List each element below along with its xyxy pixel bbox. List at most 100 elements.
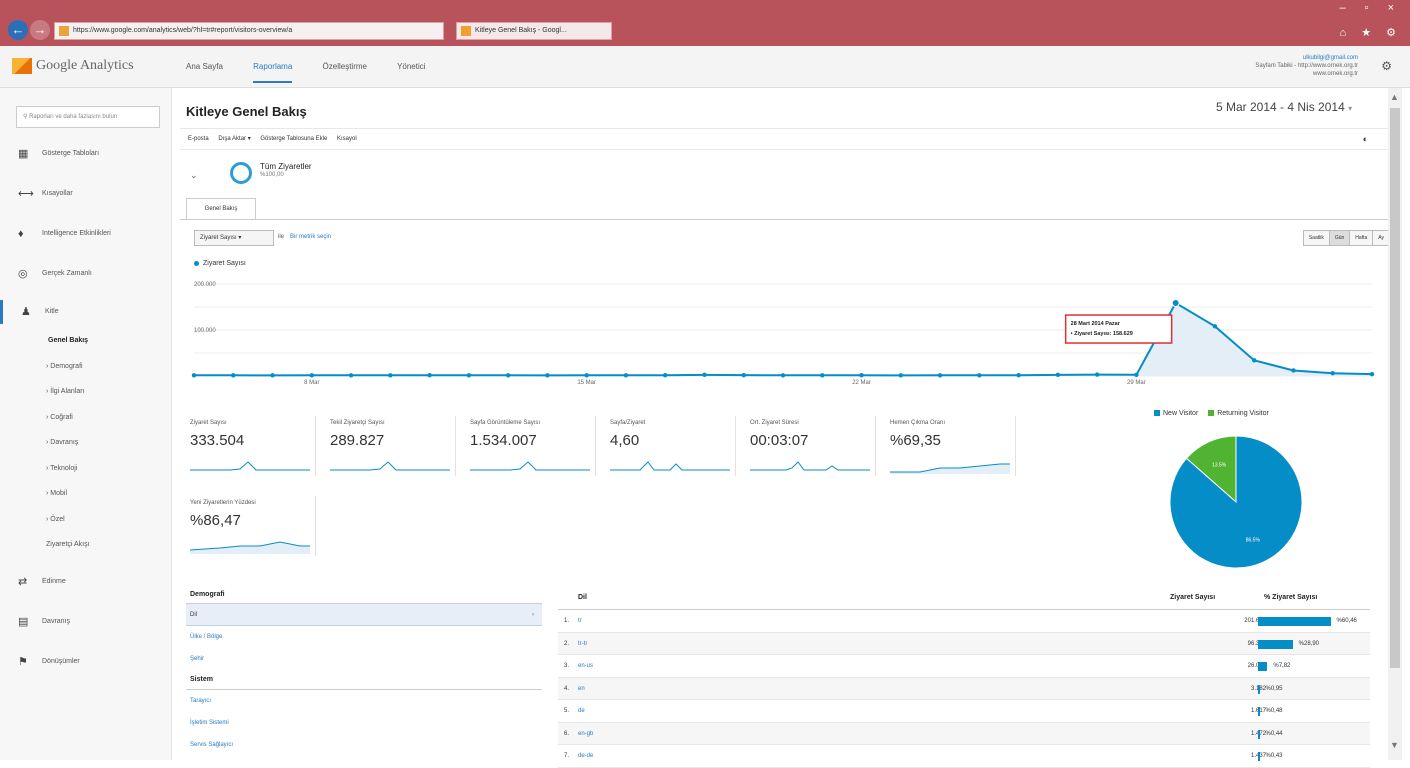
table-row[interactable]: 5. de 1.617%0,48 bbox=[558, 700, 1370, 723]
window-controls[interactable]: – ▫ × bbox=[1339, 2, 1402, 14]
sidebar-item-realtime[interactable]: ◎ Gerçek Zamanlı bbox=[0, 262, 172, 286]
segment-selector[interactable]: ⌄ Tüm Ziyaretler %100,00 bbox=[190, 160, 590, 190]
sidebar-subitem[interactable]: › Davranış bbox=[46, 439, 78, 446]
date-range-picker[interactable]: 5 Mar 2014 - 4 Nis 2014 ▾ bbox=[1216, 100, 1352, 114]
tab-overview[interactable]: Genel Bakış bbox=[186, 198, 256, 220]
table-row[interactable]: 4. en 3.182%0,95 bbox=[558, 677, 1370, 700]
back-button[interactable]: ← bbox=[8, 20, 28, 40]
data-point[interactable] bbox=[1094, 372, 1100, 377]
data-point[interactable] bbox=[898, 373, 903, 378]
metric-select[interactable]: Ziyaret Sayısı ▾ bbox=[194, 230, 274, 246]
nav-admin[interactable]: Yönetici bbox=[397, 62, 425, 71]
dim-country[interactable]: Ülke / Bölge bbox=[186, 626, 542, 648]
dim-city[interactable]: Şehir bbox=[186, 648, 542, 670]
sidebar-item-dashboard[interactable]: ▦ Gösterge Tabloları bbox=[0, 142, 172, 166]
data-point[interactable] bbox=[388, 373, 393, 378]
sidebar-subitem[interactable]: › Özel bbox=[46, 516, 65, 523]
data-point[interactable] bbox=[191, 373, 197, 378]
sidebar-subitem[interactable]: Ziyaretçi Akışı bbox=[46, 541, 90, 548]
email-button[interactable]: E-posta bbox=[188, 136, 209, 142]
data-point[interactable] bbox=[820, 373, 825, 378]
data-point[interactable] bbox=[270, 373, 275, 378]
scroll-up-icon[interactable]: ▲ bbox=[1390, 92, 1399, 102]
row-language-link[interactable]: de-de bbox=[578, 745, 593, 767]
sidebar-subitem[interactable]: Genel Bakış bbox=[48, 337, 88, 344]
dim-isp[interactable]: Servis Sağlayıcı bbox=[186, 734, 542, 756]
sidebar-subitem[interactable]: › Demografi bbox=[46, 363, 83, 370]
sidebar-item-shortcuts[interactable]: ⟷ Kısayollar bbox=[0, 182, 172, 206]
metric-card[interactable]: Ziyaret Sayısı 333.504 bbox=[180, 416, 316, 476]
sidebar-subitem[interactable]: › Mobil bbox=[46, 490, 67, 497]
sidebar-item-acquisition[interactable]: ⇄ Edinme bbox=[0, 570, 172, 594]
browser-toolbar-icons[interactable]: ⌂ ★ ⚙ bbox=[1340, 26, 1402, 39]
granularity-2[interactable]: Hafta bbox=[1349, 230, 1374, 246]
metric-card[interactable]: Yeni Ziyaretlerin Yüzdesi %86,47 bbox=[180, 496, 316, 556]
sidebar-subitem[interactable]: › Coğrafi bbox=[46, 414, 73, 421]
sidebar-item-behavior[interactable]: ▤ Davranış bbox=[0, 610, 172, 634]
scrollbar-thumb[interactable] bbox=[1390, 108, 1400, 668]
data-point[interactable] bbox=[702, 372, 707, 378]
row-language-link[interactable]: en bbox=[578, 678, 585, 700]
shortcut-button[interactable]: Kısayol bbox=[337, 136, 357, 142]
table-row[interactable]: 7. de-de 1.437%0,43 bbox=[558, 745, 1370, 768]
data-point[interactable] bbox=[545, 373, 550, 378]
visitor-pie-chart[interactable]: 13.5% 86.5% bbox=[1166, 432, 1306, 572]
data-point[interactable] bbox=[1016, 373, 1021, 378]
dim-os[interactable]: İşletim Sistemi bbox=[186, 712, 542, 734]
data-point[interactable] bbox=[309, 373, 314, 378]
data-point[interactable] bbox=[584, 373, 589, 378]
ga-logo[interactable]: Google Analytics bbox=[12, 58, 134, 74]
nav-customization[interactable]: Özelleştirme bbox=[323, 62, 367, 71]
sidebar-item-audience[interactable]: ♟ Kitle bbox=[0, 300, 172, 324]
data-point[interactable] bbox=[1291, 368, 1296, 373]
select-metric-link[interactable]: Bir metrik seçin bbox=[290, 234, 331, 240]
export-button[interactable]: Dışa Aktar ▾ bbox=[218, 136, 250, 142]
metric-card[interactable]: Ort. Ziyaret Süresi 00:03:07 bbox=[740, 416, 876, 476]
sidebar-item-intelligence[interactable]: ♦ Intelligence Etkinlikleri bbox=[0, 222, 172, 246]
granularity-1[interactable]: Gün bbox=[1328, 230, 1351, 246]
data-point[interactable] bbox=[231, 373, 236, 378]
row-language-link[interactable]: tr bbox=[578, 610, 582, 632]
data-point[interactable] bbox=[427, 373, 432, 378]
row-language-link[interactable]: de bbox=[578, 700, 585, 722]
dim-browser[interactable]: Tarayıcı bbox=[186, 690, 542, 712]
data-point[interactable] bbox=[1330, 371, 1335, 376]
address-bar[interactable]: https://www.google.com/analytics/web/?hl… bbox=[54, 22, 444, 40]
data-point[interactable] bbox=[1252, 358, 1257, 363]
data-point[interactable] bbox=[505, 373, 511, 378]
visits-line-chart[interactable]: 200.000 100.000 8 Mar 15 Mar 22 Mar 29 Mar 28 … bbox=[180, 274, 1380, 392]
data-point[interactable] bbox=[348, 373, 354, 378]
data-point[interactable] bbox=[741, 372, 746, 378]
data-point[interactable] bbox=[623, 373, 629, 378]
data-point[interactable] bbox=[780, 373, 786, 378]
sidebar-search-input[interactable]: ⚲ Raporları ve daha fazlasını bulun bbox=[16, 106, 160, 128]
visibility-icon[interactable]: ◐ bbox=[1363, 129, 1368, 149]
data-point[interactable] bbox=[1055, 372, 1061, 378]
metric-card[interactable]: Tekil Ziyaretçi Sayısı 289.827 bbox=[320, 416, 456, 476]
data-point[interactable] bbox=[663, 373, 668, 378]
data-point[interactable] bbox=[1134, 372, 1139, 378]
sidebar-item-conversions[interactable]: ⚑ Dönüşümler bbox=[0, 650, 172, 674]
nav-reporting[interactable]: Raporlama bbox=[253, 62, 293, 83]
add-dashboard-button[interactable]: Gösterge Tablosuna Ekle bbox=[260, 136, 327, 142]
data-point[interactable] bbox=[859, 373, 864, 378]
data-point[interactable] bbox=[1369, 371, 1375, 377]
table-row[interactable]: 1. tr 201.644 %60,46 bbox=[558, 610, 1370, 633]
metric-card[interactable]: Sayfa/Ziyaret 4,60 bbox=[600, 416, 736, 476]
nav-home[interactable]: Ana Sayfa bbox=[186, 62, 223, 71]
page-scrollbar[interactable]: ▲ ▼ bbox=[1388, 88, 1402, 760]
table-row[interactable]: 2. tr-tr 96.378 %28,90 bbox=[558, 632, 1370, 655]
forward-button[interactable]: → bbox=[30, 20, 50, 40]
data-point[interactable] bbox=[1171, 299, 1180, 308]
gear-icon[interactable]: ⚙ bbox=[1381, 59, 1392, 73]
row-language-link[interactable]: en-gb bbox=[578, 723, 593, 745]
browser-tab[interactable]: Kitleye Genel Bakış - Googl... bbox=[456, 22, 612, 40]
row-language-link[interactable]: en-us bbox=[578, 655, 593, 677]
data-point[interactable] bbox=[1212, 324, 1218, 329]
scroll-down-icon[interactable]: ▼ bbox=[1390, 740, 1399, 750]
sidebar-subitem[interactable]: › Teknoloji bbox=[46, 465, 77, 472]
account-selector[interactable]: ulkubilgi@gmail.com Sayfam Tabiki - http… bbox=[1255, 54, 1358, 78]
data-point[interactable] bbox=[937, 373, 943, 378]
data-point[interactable] bbox=[977, 373, 982, 378]
granularity-0[interactable]: Saatlik bbox=[1302, 230, 1330, 246]
